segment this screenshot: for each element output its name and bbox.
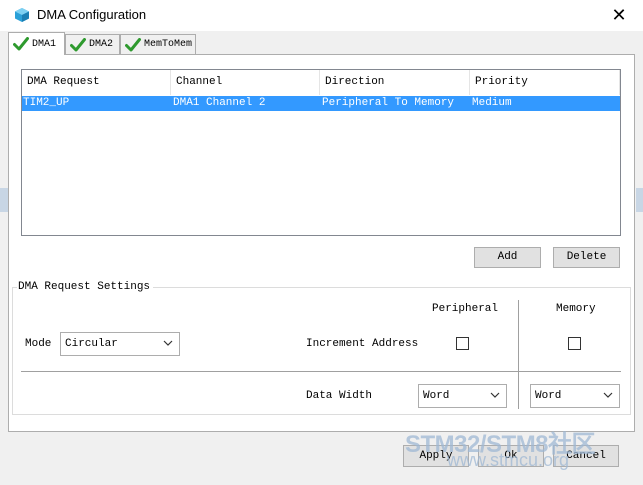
background-window-strip-right <box>636 188 643 212</box>
column-header-channel[interactable]: Channel <box>171 70 320 95</box>
memory-data-width-select[interactable]: Word <box>530 384 620 408</box>
tab-memtomem[interactable]: MemToMem <box>120 34 196 54</box>
chevron-down-icon <box>490 392 500 398</box>
peripheral-width-value: Word <box>423 390 450 402</box>
check-icon <box>13 37 29 51</box>
memory-width-value: Word <box>535 390 562 402</box>
memory-header: Memory <box>556 303 596 315</box>
delete-button[interactable]: Delete <box>553 247 620 268</box>
table-cell-channel: DMA1 Channel 2 <box>173 97 266 109</box>
background-window-strip <box>0 188 8 212</box>
column-header-direction[interactable]: Direction <box>320 70 470 95</box>
mode-label: Mode <box>25 338 52 350</box>
app-cube-icon <box>14 7 30 23</box>
peripheral-header: Peripheral <box>432 303 499 315</box>
peripheral-data-width-select[interactable]: Word <box>418 384 507 408</box>
chevron-down-icon <box>163 340 173 346</box>
increment-address-label: Increment Address <box>306 338 419 350</box>
check-icon <box>70 37 86 51</box>
watermark-url: www.stmcu.org <box>447 450 570 470</box>
tab-label: DMA2 <box>89 39 114 50</box>
peripheral-increment-checkbox[interactable] <box>456 337 469 350</box>
table-cell-direction: Peripheral To Memory <box>322 97 455 109</box>
tab-dma2[interactable]: DMA2 <box>65 34 120 54</box>
table-cell-priority: Medium <box>472 97 512 109</box>
column-divider <box>518 300 519 409</box>
tab-label: MemToMem <box>144 39 193 50</box>
table-cell-request: TIM2_UP <box>23 97 70 109</box>
data-width-label: Data Width <box>306 390 373 402</box>
mode-value: Circular <box>65 338 118 350</box>
tab-dma1[interactable]: DMA1 <box>8 32 65 55</box>
memory-increment-checkbox[interactable] <box>568 337 581 350</box>
tab-label: DMA1 <box>32 38 57 50</box>
close-icon[interactable]: ✕ <box>604 3 634 27</box>
settings-separator <box>21 371 621 372</box>
add-button[interactable]: Add <box>474 247 541 268</box>
chevron-down-icon <box>603 392 613 398</box>
settings-group-label: DMA Request Settings <box>17 281 154 293</box>
column-header-dma-request[interactable]: DMA Request <box>22 70 171 95</box>
window-title: DMA Configuration <box>37 7 147 22</box>
check-icon <box>125 37 141 51</box>
mode-select[interactable]: Circular <box>60 332 180 356</box>
column-header-priority[interactable]: Priority <box>470 70 620 95</box>
